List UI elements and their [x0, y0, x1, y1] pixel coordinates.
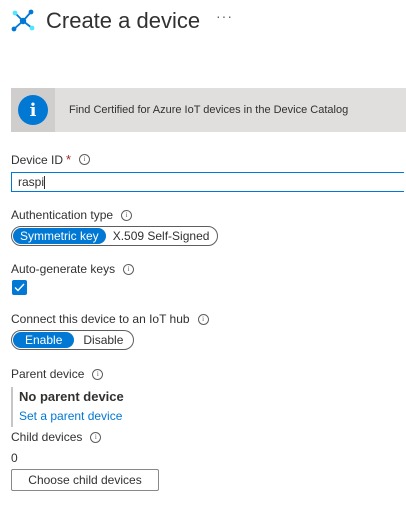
auto-generate-keys-label: Auto-generate keys i: [11, 262, 135, 276]
auto-generate-keys-label-text: Auto-generate keys: [11, 262, 116, 276]
child-devices-label: Child devices i: [11, 430, 102, 444]
device-id-label-text: Device ID: [11, 152, 64, 167]
banner-icon-container: i: [11, 88, 55, 132]
auth-type-label-text: Authentication type: [11, 208, 114, 222]
connect-option-disable[interactable]: Disable: [74, 332, 132, 348]
auth-type-label: Authentication type i: [11, 208, 133, 222]
parent-device-value: No parent device: [19, 389, 124, 404]
auth-type-info-icon[interactable]: i: [121, 209, 133, 221]
auto-generate-keys-checkbox[interactable]: [12, 280, 27, 295]
device-id-value: raspi: [18, 175, 45, 189]
banner-text: Find Certified for Azure IoT devices in …: [69, 104, 349, 116]
connect-hub-label: Connect this device to an IoT hub i: [11, 312, 209, 326]
page-header: Create a device: [10, 4, 200, 38]
page-title: Create a device: [46, 8, 201, 33]
connect-hub-label-text: Connect this device to an IoT hub: [11, 312, 190, 326]
device-id-input[interactable]: raspi: [11, 172, 404, 192]
child-devices-info-icon[interactable]: i: [90, 431, 102, 443]
device-id-info-icon[interactable]: i: [79, 154, 91, 165]
connect-option-enable[interactable]: Enable: [13, 332, 75, 348]
text-caret: [44, 175, 46, 189]
checkmark-icon: [14, 283, 25, 292]
parent-device-label: Parent device i: [11, 367, 104, 381]
required-marker: *: [66, 152, 72, 167]
connect-hub-info-icon[interactable]: i: [197, 313, 209, 325]
set-parent-device-link[interactable]: Set a parent device: [19, 409, 122, 423]
parent-device-accent-bar: [11, 387, 13, 427]
info-icon: i: [18, 95, 48, 125]
auth-option-x509-self-signed[interactable]: X.509 Self-Signed: [106, 228, 217, 244]
connect-hub-toggle[interactable]: Enable Disable: [11, 330, 135, 350]
device-id-label: Device ID * i: [11, 152, 91, 167]
parent-device-info-icon[interactable]: i: [92, 368, 104, 380]
child-devices-label-text: Child devices: [11, 430, 83, 444]
iot-hub-icon: [11, 9, 35, 32]
catalog-info-banner[interactable]: i Find Certified for Azure IoT devices i…: [11, 88, 406, 132]
auth-type-selector[interactable]: Symmetric key X.509 Self-Signed: [11, 226, 219, 246]
choose-child-devices-button[interactable]: Choose child devices: [11, 469, 159, 491]
more-options-button[interactable]: ···: [216, 8, 233, 24]
child-devices-count: 0: [11, 451, 18, 465]
auth-option-symmetric-key[interactable]: Symmetric key: [13, 228, 106, 244]
auto-generate-info-icon[interactable]: i: [123, 263, 135, 275]
parent-device-label-text: Parent device: [11, 367, 85, 381]
